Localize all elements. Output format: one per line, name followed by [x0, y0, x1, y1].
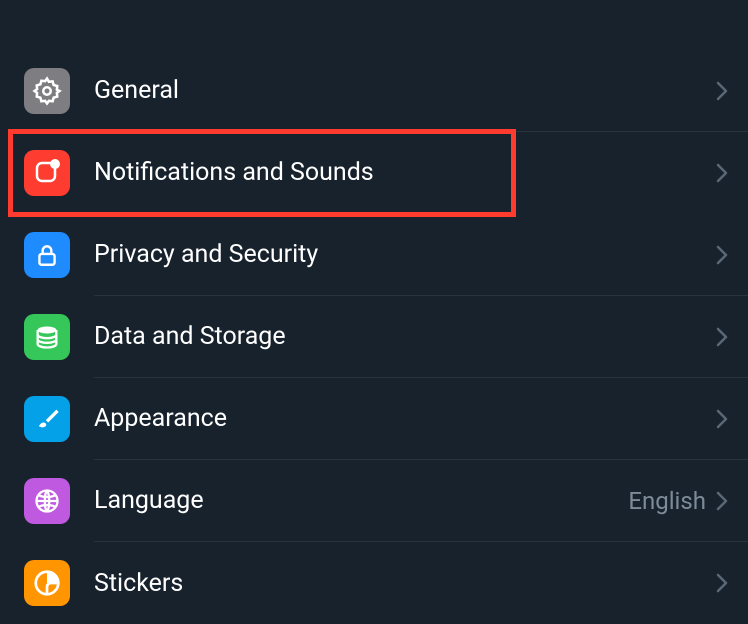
row-label: Data and Storage	[94, 322, 286, 351]
settings-row-appearance[interactable]: Appearance	[0, 378, 748, 460]
row-label: General	[94, 76, 179, 105]
settings-row-general[interactable]: General	[0, 50, 748, 132]
settings-row-notifications[interactable]: Notifications and Sounds	[0, 132, 748, 214]
chevron-right-icon	[716, 245, 728, 265]
bell-icon	[24, 150, 70, 196]
row-label: Notifications and Sounds	[94, 158, 374, 187]
chevron-right-icon	[716, 81, 728, 101]
row-label: Stickers	[94, 569, 183, 598]
globe-icon	[24, 478, 70, 524]
chevron-right-icon	[716, 327, 728, 347]
stack-icon	[24, 314, 70, 360]
settings-row-privacy[interactable]: Privacy and Security	[0, 214, 748, 296]
settings-row-language[interactable]: Language English	[0, 460, 748, 542]
gear-icon	[24, 68, 70, 114]
brush-icon	[24, 396, 70, 442]
row-label: Privacy and Security	[94, 240, 318, 269]
chevron-right-icon	[716, 409, 728, 429]
lock-icon	[24, 232, 70, 278]
row-label: Language	[94, 486, 204, 515]
settings-row-data[interactable]: Data and Storage	[0, 296, 748, 378]
chevron-right-icon	[716, 491, 728, 511]
row-label: Appearance	[94, 404, 227, 433]
settings-list: General Notifications and Sounds	[0, 50, 748, 624]
row-value: English	[628, 487, 706, 515]
chevron-right-icon	[716, 573, 728, 593]
sticker-icon	[24, 560, 70, 606]
chevron-right-icon	[716, 163, 728, 183]
settings-row-stickers[interactable]: Stickers	[0, 542, 748, 624]
